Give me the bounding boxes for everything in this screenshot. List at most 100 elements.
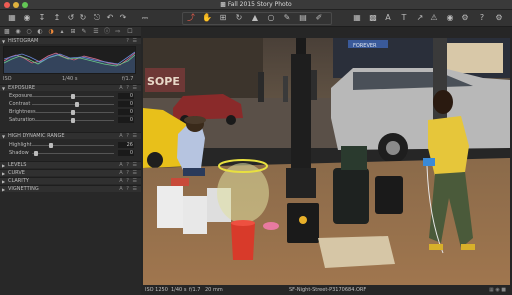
gear-icon[interactable]: ⚙ (460, 13, 470, 23)
section-controls[interactable]: A ? ☰ (119, 162, 138, 169)
tab-detail-icon[interactable]: ▴ (58, 28, 66, 36)
keystone-icon[interactable]: ▲ (250, 13, 260, 23)
help-icon[interactable]: ? (477, 13, 487, 23)
trash-icon[interactable]: ⎋ (92, 13, 102, 23)
slider-knob[interactable] (71, 118, 75, 123)
slider-value-field[interactable]: 0 (118, 93, 134, 99)
settings-icon[interactable]: ⚙ (494, 13, 504, 23)
tab-local-icon[interactable]: ✎ (80, 28, 88, 36)
grid-icon[interactable]: ▦ (352, 13, 362, 23)
collapse-icon: ▶ (2, 171, 6, 176)
histogram-header[interactable]: ▼ HISTOGRAM ? ☰ (0, 37, 141, 44)
slider-value-field[interactable]: 0 (118, 101, 134, 107)
street-photo: FOREVER SOPE (143, 38, 510, 285)
slider-value-field[interactable]: 0 (118, 117, 134, 123)
slider-row-contrast: Contrast 0 (0, 101, 141, 108)
pointer-icon[interactable]: ⤴ (186, 13, 196, 23)
text-icon[interactable]: T (399, 13, 409, 23)
section-header-levels[interactable]: ▶ LEVELS A ? ☰ (0, 161, 141, 168)
picker-icon[interactable]: ✐ (314, 13, 324, 23)
overlay-icon[interactable]: ▩ (368, 13, 378, 23)
slider-row-shadow: Shadow 0 (0, 150, 141, 157)
library-icon[interactable]: ▦ (7, 13, 17, 23)
svg-text:FOREVER: FOREVER (353, 43, 377, 49)
section-controls[interactable]: A ? ☰ (119, 186, 138, 193)
section-controls[interactable]: A ? ☰ (119, 178, 138, 185)
section-header-vignetting[interactable]: ▶ VIGNETTING A ? ☰ (0, 185, 141, 192)
camera-icon[interactable]: ◉ (22, 13, 32, 23)
tab-output-icon[interactable]: ⇨ (114, 28, 122, 36)
slider-row-exposure: Exposure 0 (0, 93, 141, 100)
tab-batch-icon[interactable]: ☐ (126, 28, 134, 36)
document-icon: ▩ (220, 1, 226, 8)
spot-icon[interactable]: ○ (266, 13, 276, 23)
redo-icon[interactable]: ↷ (118, 13, 128, 23)
copy-icon[interactable]: ⎓ (140, 13, 150, 23)
histogram-graph (3, 46, 136, 74)
section-label: LEVELS (8, 162, 27, 168)
expand-icon: ▼ (2, 134, 6, 139)
exposure-header[interactable]: ▼ EXPOSURE A ? ☰ (0, 84, 141, 91)
proof-icon[interactable]: A (383, 13, 393, 23)
expand-icon: ▼ (2, 86, 6, 91)
slider-row-brightness: Brightness 0 (0, 109, 141, 116)
status-shutter: 1/40 s (171, 287, 187, 293)
section-header-curve[interactable]: ▶ CURVE A ? ☰ (0, 169, 141, 176)
slider-value-field[interactable]: 26 (118, 142, 134, 148)
tab-library-icon[interactable]: ▩ (3, 28, 11, 36)
slider-row-saturation: Saturation 0 (0, 117, 141, 124)
section-controls[interactable]: A ? ☰ (119, 85, 138, 92)
slider-knob[interactable] (74, 102, 79, 107)
export-icon[interactable]: ↥ (52, 13, 62, 23)
alert-icon[interactable]: ⚠ (429, 13, 439, 23)
tools-panel: ▼ HISTOGRAM ? ☰ ISO 1/40 s f/1.7 ▼ EXPOS… (0, 37, 141, 295)
rotate-tool-icon[interactable]: ↻ (234, 13, 244, 23)
brush-icon[interactable]: ✎ (282, 13, 292, 23)
slider-knob[interactable] (49, 143, 54, 148)
tab-exposure-icon[interactable]: ◑ (47, 28, 55, 36)
undo-icon[interactable]: ↶ (105, 13, 115, 23)
collapse-icon: ▶ (2, 179, 6, 184)
share-icon[interactable]: ↗ (415, 13, 425, 23)
exposure-label: EXPOSURE (8, 85, 36, 91)
section-controls[interactable]: A ? ☰ (119, 170, 138, 177)
slider-label: Contrast (9, 101, 31, 107)
rotate-left-icon[interactable]: ↺ (66, 13, 76, 23)
tool-tabs: ▩ ◉ ○ ◐ ◑ ▴ ⊞ ✎ ☰ ⓘ ⇨ ☐ (0, 27, 141, 37)
slider-track[interactable] (32, 104, 114, 105)
rotate-right-icon[interactable]: ↻ (78, 13, 88, 23)
section-label: VIGNETTING (8, 186, 39, 192)
import-icon[interactable]: ↧ (37, 13, 47, 23)
hand-icon[interactable]: ✋ (202, 13, 212, 23)
svg-text:SOPE: SOPE (147, 75, 180, 88)
crop-icon[interactable]: ⊞ (218, 13, 228, 23)
slider-knob[interactable] (71, 110, 75, 115)
tab-crop-icon[interactable]: ⊞ (69, 28, 77, 36)
slider-knob[interactable] (71, 94, 75, 99)
slider-knob[interactable] (33, 151, 38, 156)
section-header-clarity[interactable]: ▶ CLARITY A ? ☰ (0, 177, 141, 184)
slider-value-field[interactable]: 0 (118, 109, 134, 115)
photo[interactable]: FOREVER SOPE (143, 38, 510, 285)
section-label: CLARITY (8, 178, 29, 184)
tab-color-icon[interactable]: ◐ (36, 28, 44, 36)
collapse-icon: ▶ (2, 187, 6, 192)
hdr-header[interactable]: ▼ HIGH DYNAMIC RANGE A ? ☰ (0, 132, 141, 139)
tab-capture-icon[interactable]: ◉ (14, 28, 22, 36)
window-title: ▩ Fall 2015 Story Photo (220, 1, 292, 8)
camera-tether-icon[interactable]: ◉ (445, 13, 455, 23)
title-bar: ▩ Fall 2015 Story Photo (0, 0, 512, 10)
tab-adjust-icon[interactable]: ☰ (92, 28, 100, 36)
tab-lens-icon[interactable]: ○ (25, 28, 33, 36)
slider-value-field[interactable]: 0 (118, 150, 134, 156)
collapse-icon: ▶ (2, 163, 6, 168)
gradient-icon[interactable]: ▤ (298, 13, 308, 23)
section-controls[interactable]: ? ☰ (126, 38, 138, 45)
status-view-icons[interactable]: ▦ ◉ ■ (489, 285, 506, 295)
slider-track[interactable] (32, 145, 114, 146)
slider-track[interactable] (32, 153, 114, 154)
tab-metadata-icon[interactable]: ⓘ (103, 28, 111, 36)
histogram-shutter: 1/40 s (62, 76, 78, 82)
status-bar: ISO 1250 1/40 s f/1.7 20 mm SF-Night-Str… (141, 285, 512, 295)
section-controls[interactable]: A ? ☰ (119, 133, 138, 140)
